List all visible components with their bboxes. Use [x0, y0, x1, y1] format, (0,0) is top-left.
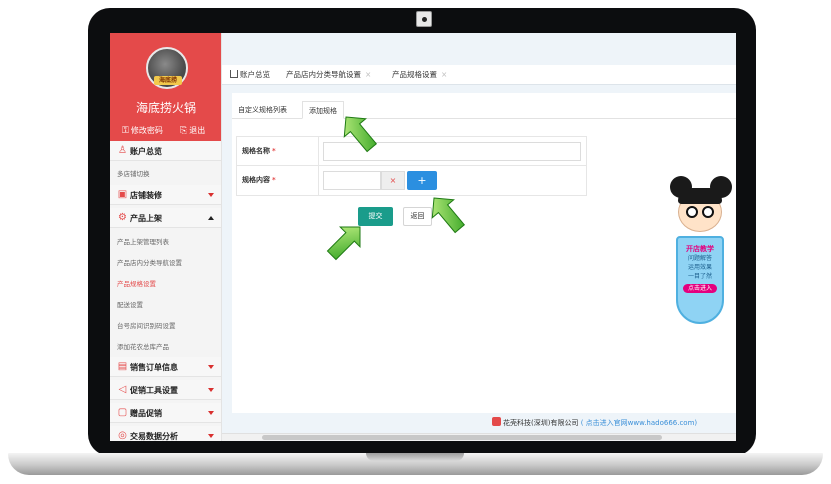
laptop-notch [366, 453, 464, 461]
arrow-icon [326, 226, 361, 261]
arrow-icon [343, 116, 378, 153]
arrow-icon [431, 197, 466, 234]
webcam-icon [416, 11, 432, 27]
app-screen: 海底捞 海底捞火锅 ⚿ 修改密码 ⎘ 退出 ♙ 账户总览 多店铺切换 ▣ 店铺装修 [110, 33, 736, 441]
annotation-arrows [326, 116, 466, 261]
laptop-mockup: 海底捞 海底捞火锅 ⚿ 修改密码 ⎘ 退出 ♙ 账户总览 多店铺切换 ▣ 店铺装修 [0, 0, 831, 484]
